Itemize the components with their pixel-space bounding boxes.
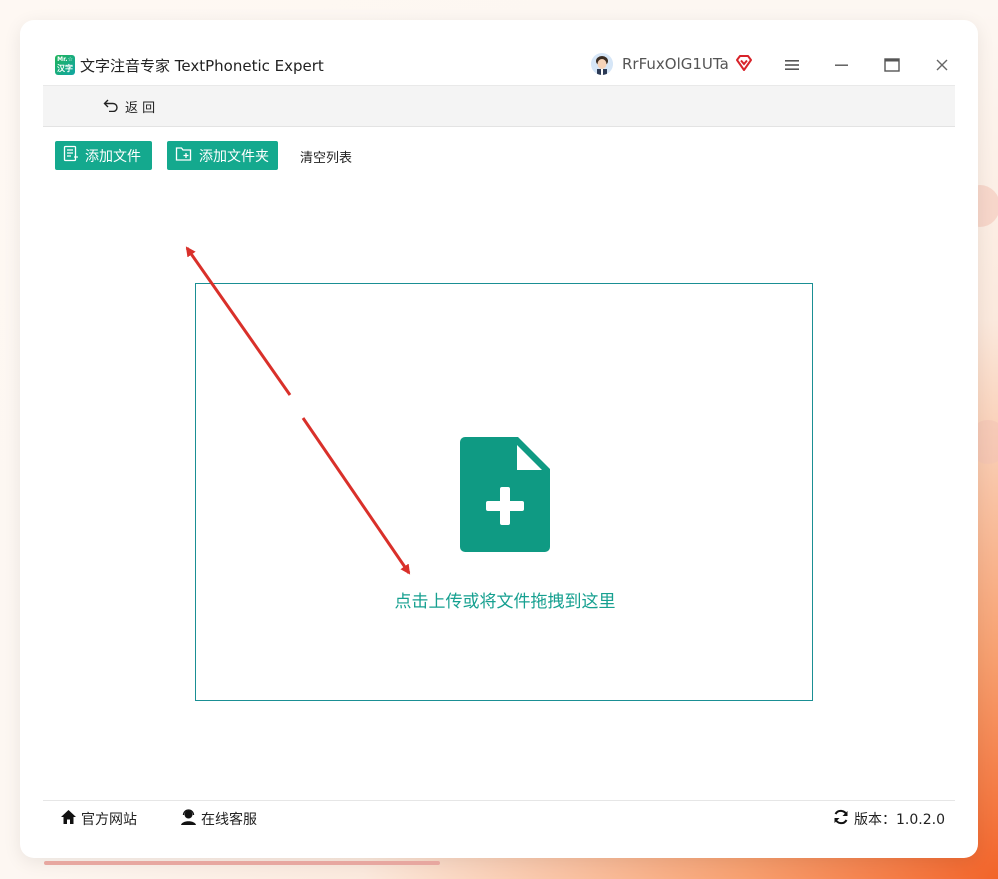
user-name[interactable]: RrFuxOlG1UTa (622, 55, 729, 73)
menu-icon[interactable] (779, 52, 805, 78)
online-support-label: 在线客服 (201, 812, 257, 828)
vip-icon[interactable] (735, 54, 753, 72)
folder-add-icon (175, 146, 193, 166)
official-website-link[interactable]: 官方网站 (60, 809, 137, 829)
add-file-label: 添加文件 (85, 148, 141, 165)
horizontal-scrollbar[interactable] (44, 861, 440, 865)
file-add-icon (460, 437, 550, 556)
file-list-icon (63, 145, 79, 166)
add-folder-button[interactable]: 添加文件夹 (167, 141, 278, 170)
status-bar: 官方网站 在线客服 版本：1.0.2.0 (43, 800, 955, 836)
app-window: Mr.☆ 汉字 文字注音专家 TextPhonetic Expert RrFux… (43, 45, 955, 836)
title-bar: Mr.☆ 汉字 文字注音专家 TextPhonetic Expert RrFux… (43, 45, 955, 85)
maximize-icon[interactable] (879, 52, 905, 78)
clear-list-button[interactable]: 清空列表 (300, 147, 352, 166)
official-website-label: 官方网站 (81, 812, 137, 828)
home-icon (60, 809, 77, 829)
toolbar: 添加文件 添加文件夹 清空列表 (43, 140, 955, 170)
back-icon (103, 98, 119, 116)
version-label: 版本：1.0.2.0 (854, 812, 945, 828)
back-label: 返 回 (125, 101, 156, 116)
nav-bar: 返 回 (43, 85, 955, 127)
back-button[interactable]: 返 回 (103, 97, 155, 116)
add-file-button[interactable]: 添加文件 (55, 141, 152, 170)
app-title: 文字注音专家 TextPhonetic Expert (80, 57, 324, 75)
drop-zone-text: 点击上传或将文件拖拽到这里 (394, 592, 616, 612)
user-avatar[interactable] (591, 53, 613, 75)
file-drop-zone[interactable]: 点击上传或将文件拖拽到这里 (195, 283, 813, 701)
close-icon[interactable] (929, 52, 955, 78)
refresh-icon[interactable] (833, 809, 849, 829)
add-folder-label: 添加文件夹 (199, 148, 269, 165)
minimize-icon[interactable] (829, 52, 855, 78)
version-info: 版本：1.0.2.0 (833, 809, 945, 829)
online-support-link[interactable]: 在线客服 (180, 809, 257, 829)
support-icon (180, 809, 197, 829)
app-logo-icon: Mr.☆ 汉字 (55, 55, 75, 75)
